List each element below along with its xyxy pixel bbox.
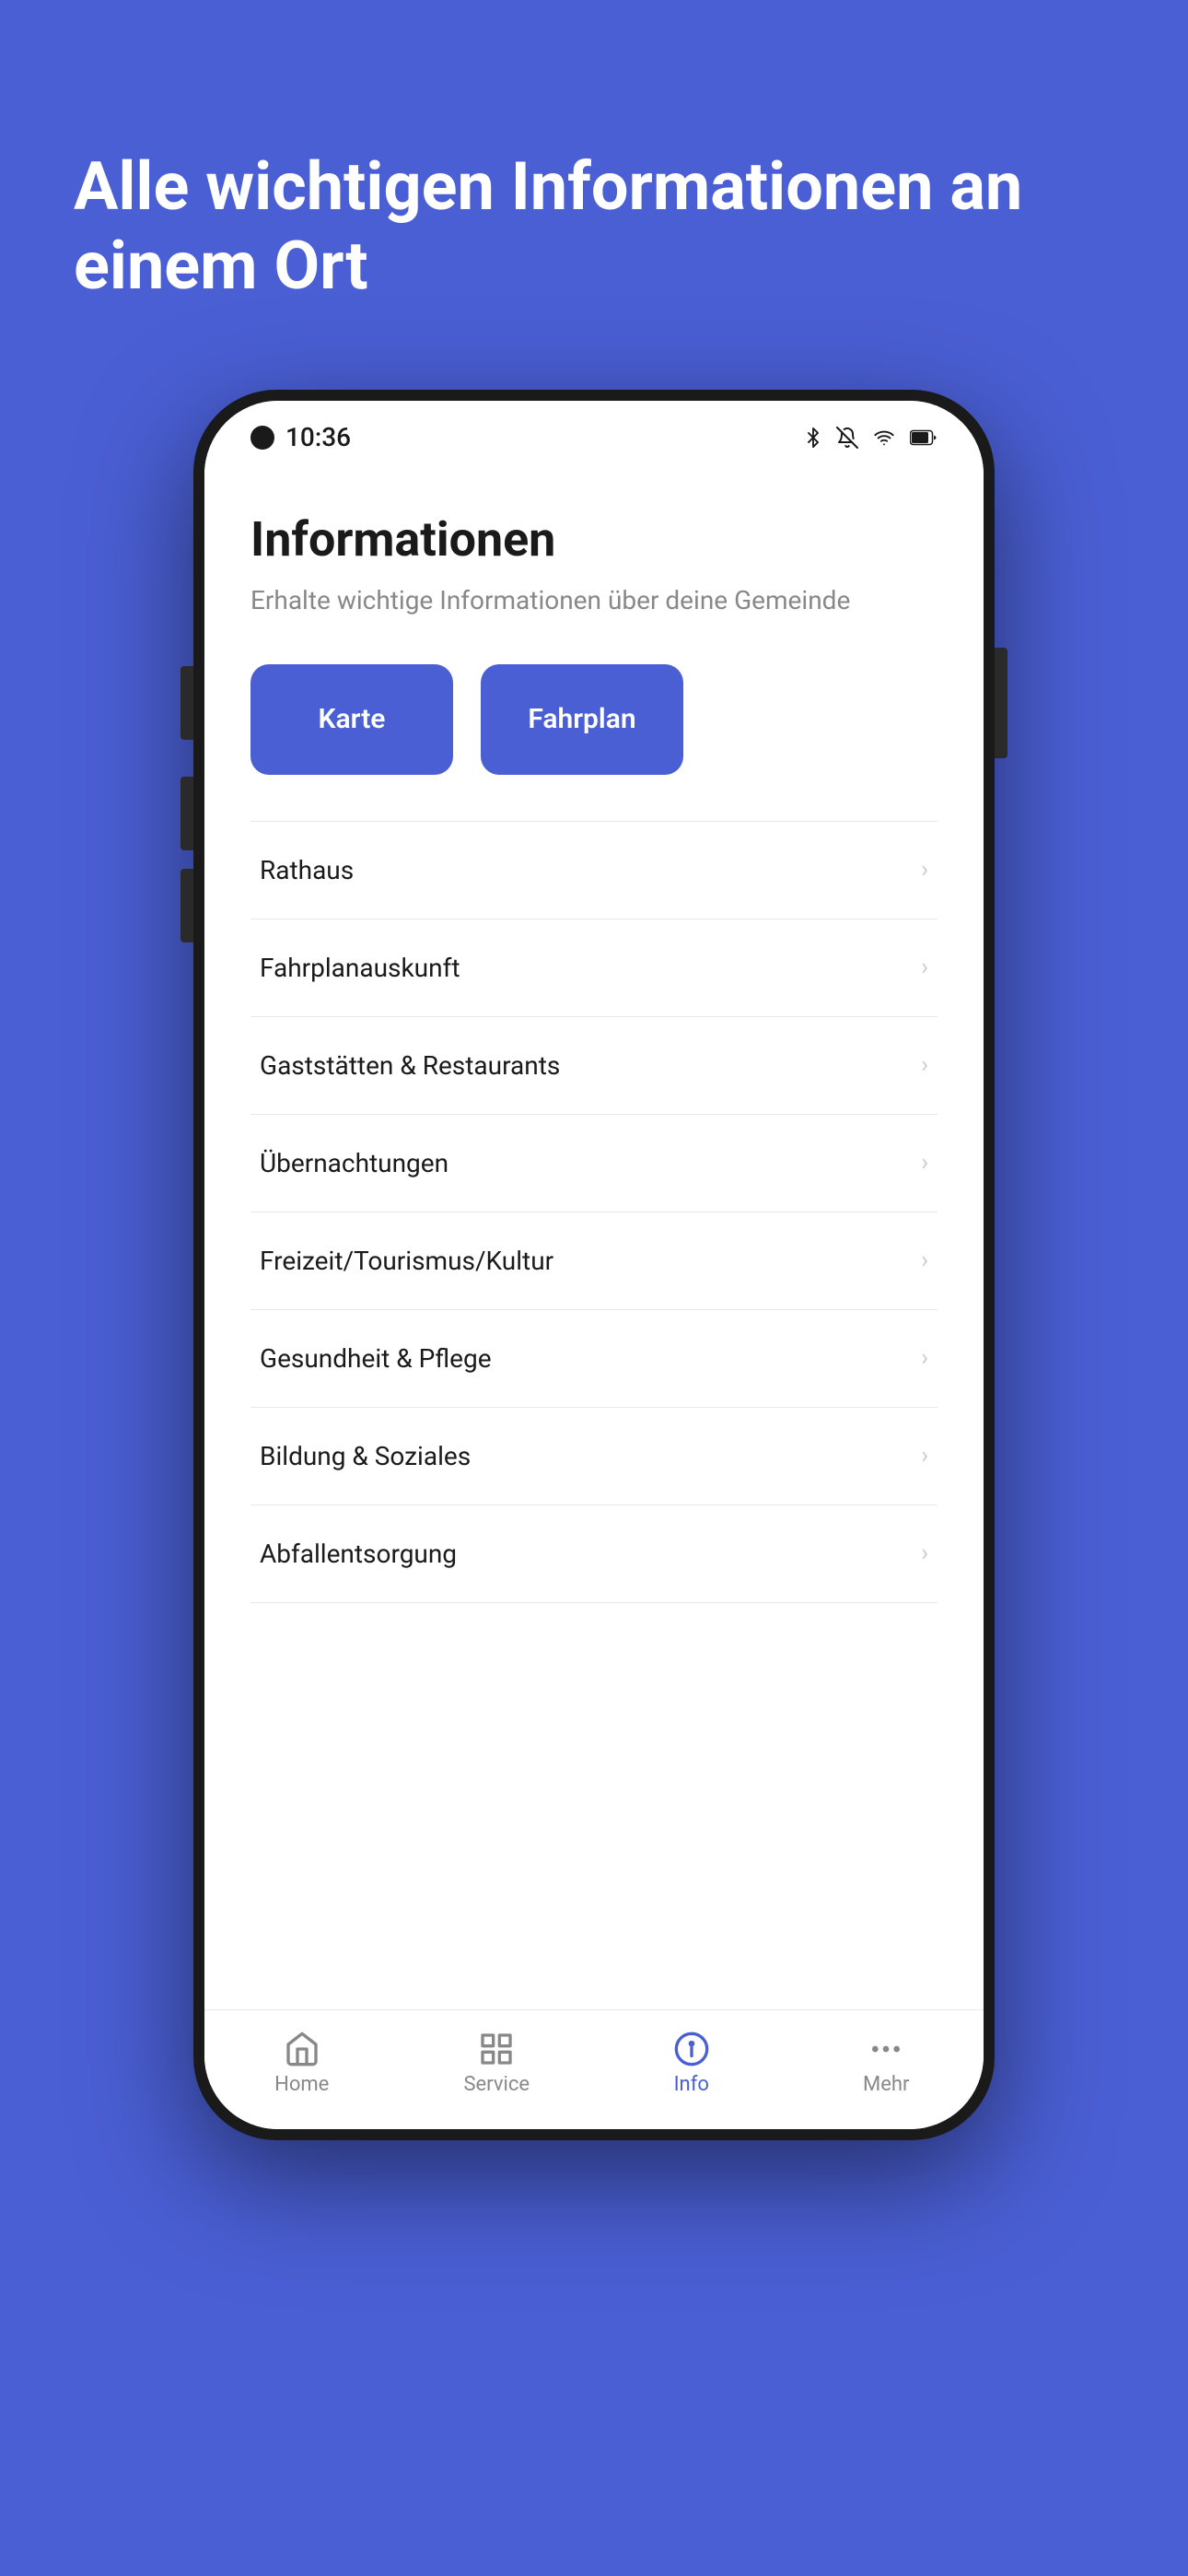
menu-item-label: Fahrplanauskunft (260, 953, 460, 983)
menu-item-rathaus[interactable]: Rathaus › (250, 822, 938, 919)
info-circle-icon (673, 2031, 710, 2067)
chevron-right-icon: › (921, 954, 928, 981)
menu-item-gesundheit[interactable]: Gesundheit & Pflege › (250, 1310, 938, 1408)
menu-item-label: Abfallentsorgung (260, 1539, 457, 1569)
chevron-right-icon: › (921, 856, 928, 884)
nav-item-mehr[interactable]: Mehr (789, 2025, 984, 2102)
nav-label-mehr: Mehr (863, 2073, 909, 2096)
app-main: Informationen Erhalte wichtige Informati… (204, 465, 984, 2009)
chevron-right-icon: › (921, 1442, 928, 1469)
menu-item-freizeit[interactable]: Freizeit/Tourismus/Kultur › (250, 1212, 938, 1310)
hero-title: Alle wichtigen Informationen an einem Or… (74, 147, 1114, 307)
page-title: Informationen (250, 511, 938, 568)
grid-icon (478, 2031, 515, 2067)
menu-item-fahrplanauskunft[interactable]: Fahrplanauskunft › (250, 919, 938, 1017)
menu-item-uebernachtungen[interactable]: Übernachtungen › (250, 1115, 938, 1212)
more-icon (868, 2031, 904, 2067)
menu-item-label: Gaststätten & Restaurants (260, 1050, 560, 1081)
fahrplan-button[interactable]: Fahrplan (481, 664, 683, 775)
karte-label: Karte (319, 703, 386, 735)
bottom-nav: Home Service (204, 2009, 984, 2129)
status-time-text: 10:36 (285, 422, 351, 452)
nav-label-home: Home (274, 2073, 329, 2096)
chevron-right-icon: › (921, 1051, 928, 1079)
menu-list: Rathaus › Fahrplanauskunft › Gaststätten… (250, 821, 938, 1603)
menu-item-bildung[interactable]: Bildung & Soziales › (250, 1408, 938, 1505)
chevron-right-icon: › (921, 1540, 928, 1567)
menu-item-label: Freizeit/Tourismus/Kultur (260, 1246, 553, 1276)
nav-label-info: Info (674, 2073, 709, 2096)
menu-item-gaststaetten[interactable]: Gaststätten & Restaurants › (250, 1017, 938, 1115)
menu-item-label: Gesundheit & Pflege (260, 1343, 492, 1374)
phone-wrapper: 10:36 (193, 390, 995, 2186)
app-content: Informationen Erhalte wichtige Informati… (204, 465, 984, 2129)
menu-item-label: Rathaus (260, 855, 354, 885)
menu-item-label: Übernachtungen (260, 1148, 448, 1178)
wifi-icon (871, 427, 897, 448)
nav-item-info[interactable]: Info (594, 2025, 789, 2102)
menu-item-label: Bildung & Soziales (260, 1441, 471, 1471)
karte-button[interactable]: Karte (250, 664, 453, 775)
bluetooth-icon (803, 425, 823, 451)
phone-shell: 10:36 (193, 390, 995, 2140)
chevron-right-icon: › (921, 1149, 928, 1177)
home-icon (284, 2031, 320, 2067)
fahrplan-label: Fahrplan (528, 703, 635, 735)
nav-label-service: Service (463, 2073, 530, 2096)
page-subtitle: Erhalte wichtige Informationen über dein… (250, 582, 938, 618)
nav-item-home[interactable]: Home (204, 2025, 400, 2102)
chevron-right-icon: › (921, 1247, 928, 1274)
chevron-right-icon: › (921, 1344, 928, 1372)
volume-up-button (181, 777, 193, 850)
mute-icon (836, 427, 858, 449)
camera-dot (250, 426, 274, 450)
phone-screen: 10:36 (204, 401, 984, 2129)
nav-item-service[interactable]: Service (400, 2025, 595, 2102)
menu-item-abfallentsorgung[interactable]: Abfallentsorgung › (250, 1505, 938, 1603)
battery-icon (910, 428, 938, 447)
hero-section: Alle wichtigen Informationen an einem Or… (0, 0, 1188, 362)
status-left: 10:36 (250, 422, 351, 452)
status-bar: 10:36 (204, 401, 984, 465)
status-icons (803, 425, 938, 451)
quick-actions: Karte Fahrplan (250, 664, 938, 775)
volume-down-button (181, 869, 193, 943)
